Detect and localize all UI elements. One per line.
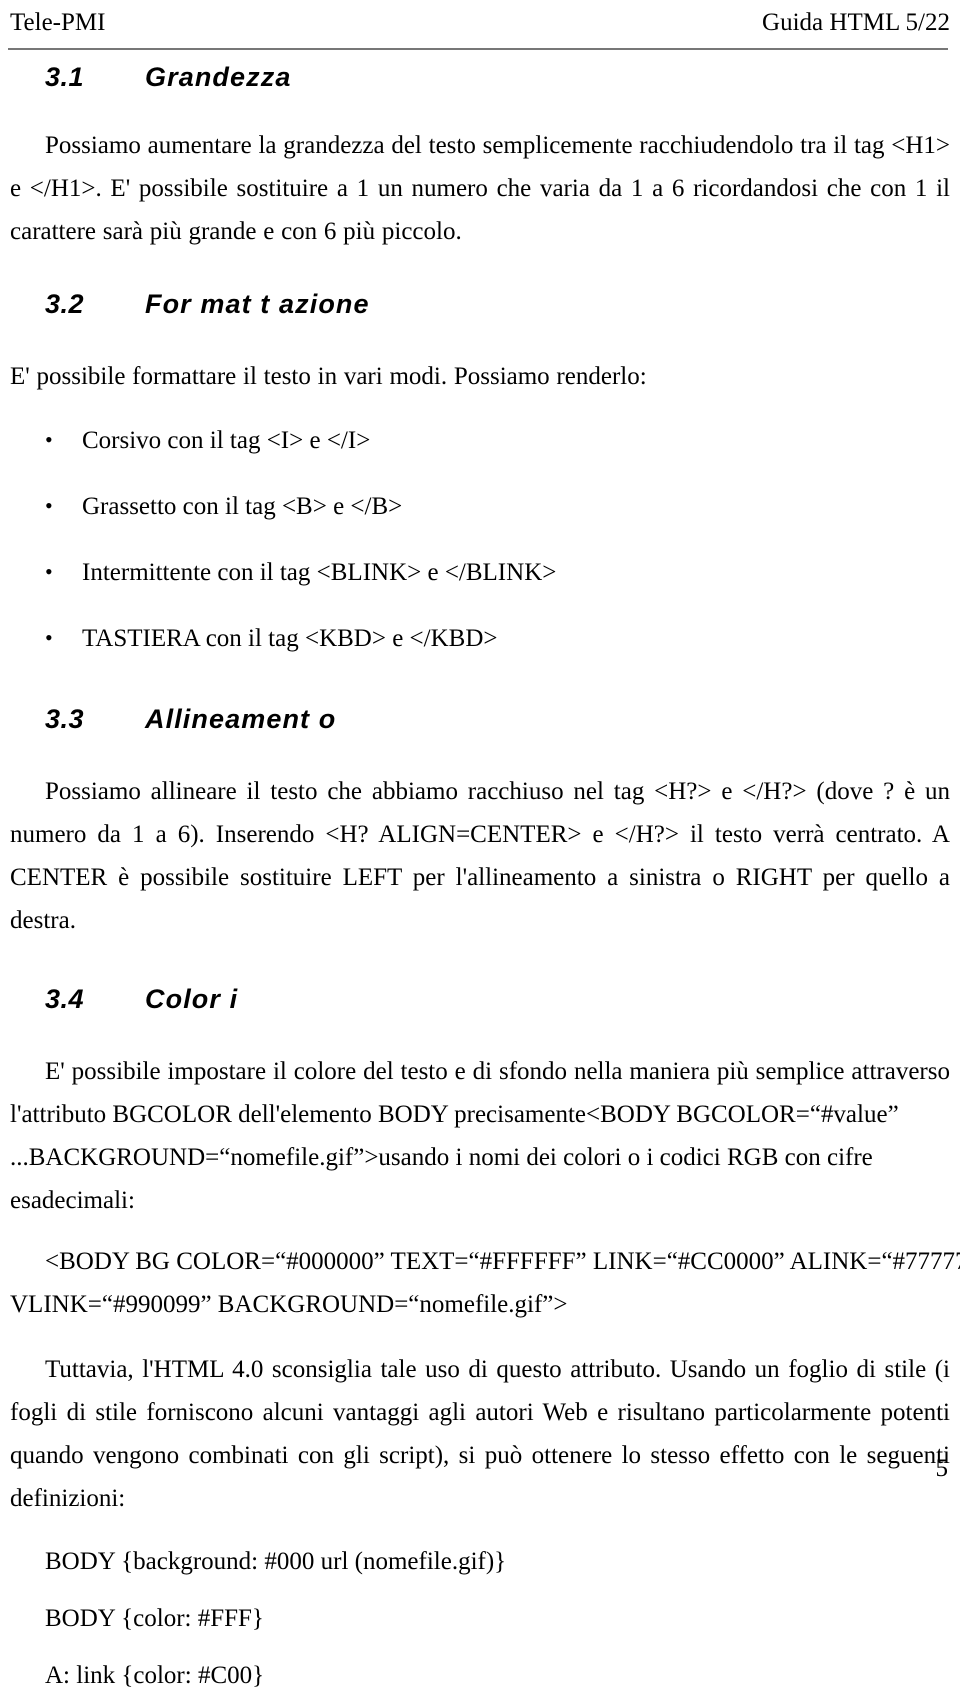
section-number: 3.1	[45, 62, 85, 92]
section-title: Color i	[145, 984, 239, 1014]
list-item: TASTIERA con il tag <KBD> e </KBD>	[0, 621, 960, 656]
list-item: Intermittente con il tag <BLINK> e </BLI…	[0, 555, 960, 590]
css-rule-body-background: BODY {background: #000 url (nomefile.gif…	[45, 1548, 507, 1575]
paragraph-colori-intro-cont: ...BACKGROUND=“nomefile.gif”>usando i no…	[10, 1144, 873, 1214]
list-item: Grassetto con il tag <B> e </B>	[0, 489, 960, 524]
paragraph-colori-intro: E' possibile impostare il colore del tes…	[10, 1058, 950, 1128]
section-heading-3-2: 3.2 For mat t azione	[0, 287, 960, 321]
code-body-tag-line-2: VLINK=“#990099” BACKGROUND=“nomefile.gif…	[10, 1291, 568, 1318]
paragraph-formattazione-intro: E' possibile formattare il testo in vari…	[10, 363, 647, 390]
page-number: 5	[935, 1455, 949, 1482]
paragraph-stylesheet-note: Tuttavia, l'HTML 4.0 sconsiglia tale uso…	[10, 1356, 950, 1512]
paragraph-grandezza: Possiamo aumentare la grandezza del test…	[10, 132, 950, 245]
section-number: 3.4	[45, 984, 85, 1014]
section-heading-3-1: 3.1 Grandezza	[0, 60, 960, 94]
page-header: Tele-PMI Guida HTML 5/22	[10, 8, 950, 48]
document-content: 3.1 Grandezza Possiamo aumentare la grand…	[0, 60, 960, 1697]
section-title: Grandezza	[145, 62, 292, 92]
document-page: Tele-PMI Guida HTML 5/22 3.1 Grandezza Po…	[0, 0, 960, 1689]
formatting-tag-list: Corsivo con il tag <I> e </I> Grassetto …	[0, 423, 960, 656]
list-item: Corsivo con il tag <I> e </I>	[0, 423, 960, 458]
section-title: Allineament o	[145, 704, 337, 734]
paragraph-allineamento: Possiamo allineare il testo che abbiamo …	[10, 778, 950, 934]
css-rule-body-color: BODY {color: #FFF}	[45, 1605, 264, 1632]
section-number: 3.2	[45, 289, 85, 319]
section-title: For mat t azione	[145, 289, 370, 319]
header-divider	[8, 48, 948, 50]
header-right-title: Guida HTML 5/22	[762, 9, 950, 36]
code-body-tag-line-1: <BODY BG COLOR=“#000000” TEXT=“#FFFFFF” …	[45, 1248, 960, 1275]
css-rule-a-link-color: A: link {color: #C00}	[45, 1662, 265, 1689]
header-left-title: Tele-PMI	[10, 9, 106, 36]
section-heading-3-3: 3.3 Allineament o	[0, 702, 960, 736]
section-number: 3.3	[45, 704, 85, 734]
section-heading-3-4: 3.4 Color i	[0, 982, 960, 1016]
